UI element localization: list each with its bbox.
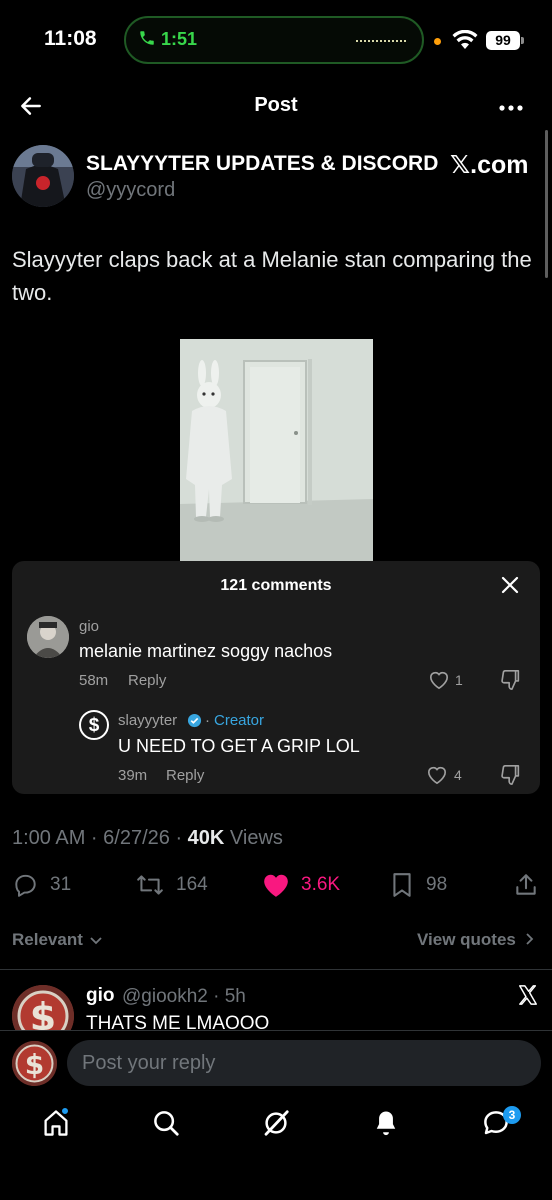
thumbs-down-icon xyxy=(501,670,520,690)
creator-label: Creator xyxy=(214,712,265,729)
comments-panel: 121 comments gio melanie martinez soggy … xyxy=(12,561,540,794)
more-options-button[interactable] xyxy=(498,100,524,118)
comment-reply-button[interactable]: Reply xyxy=(128,672,166,689)
author-name[interactable]: SLAYYYTER UPDATES & DISCORD xyxy=(86,152,438,176)
nav-search[interactable] xyxy=(151,1108,181,1143)
reply-text: THATS ME LMAOOO xyxy=(86,1013,270,1030)
phone-icon xyxy=(138,29,156,52)
bookmark-icon xyxy=(393,873,411,897)
comment-text: U NEED TO GET A GRIP LOL xyxy=(118,736,360,756)
comment-like-count: 1 xyxy=(455,672,463,688)
author-avatar[interactable] xyxy=(12,145,74,207)
x-logo-icon xyxy=(517,984,539,1011)
messages-badge: 3 xyxy=(503,1106,521,1124)
section-divider xyxy=(0,969,552,970)
repost-icon xyxy=(137,875,163,895)
thumbs-down-icon xyxy=(501,765,520,785)
sort-relevant-button[interactable]: Relevant xyxy=(12,930,102,950)
separator-dot: · xyxy=(205,712,210,729)
chevron-down-icon xyxy=(89,937,102,945)
comment-time: 39m xyxy=(118,767,148,784)
audio-waveform xyxy=(356,40,406,42)
more-horizontal-icon xyxy=(499,105,523,111)
view-quotes-label: View quotes xyxy=(417,930,516,949)
comment-dislike-button[interactable] xyxy=(500,764,522,791)
reply-author-handle[interactable]: @giookh2 · 5h xyxy=(122,986,246,1008)
repost-count: 164 xyxy=(176,874,208,895)
like-count: 3.6K xyxy=(301,874,341,895)
post-timestamp: 1:00 AM · 6/27/26 · xyxy=(12,827,188,849)
share-icon xyxy=(516,874,536,895)
page-title: Post xyxy=(254,94,298,116)
reply-input[interactable] xyxy=(67,1040,541,1086)
status-time: 11:08 xyxy=(44,27,97,50)
call-duration: 1:51 xyxy=(161,29,198,49)
comment-author[interactable]: slayyyter xyxy=(118,712,177,729)
view-quotes-link[interactable]: View quotes xyxy=(417,930,534,950)
battery-indicator: 99 xyxy=(486,31,520,50)
notifications-icon xyxy=(376,1111,396,1136)
my-avatar[interactable]: $ xyxy=(12,1041,57,1086)
reply-count: 31 xyxy=(50,874,72,895)
mic-indicator-dot xyxy=(434,38,441,45)
close-icon xyxy=(501,576,519,594)
nav-notifications[interactable] xyxy=(372,1108,400,1143)
home-notification-dot xyxy=(60,1106,70,1116)
views-label: Views xyxy=(224,827,283,849)
reply-author-name[interactable]: gio xyxy=(86,985,115,1007)
scrollbar-thumb[interactable] xyxy=(545,130,548,278)
search-icon xyxy=(154,1111,179,1136)
post-image[interactable] xyxy=(180,339,373,561)
author-handle[interactable]: @yyycord xyxy=(86,179,175,202)
comment-like-count: 4 xyxy=(454,767,462,783)
sort-label: Relevant xyxy=(12,930,83,949)
reply-icon xyxy=(15,874,36,897)
active-call-pill[interactable]: 1:51 xyxy=(124,16,424,64)
comments-count-title: 121 comments xyxy=(220,577,332,594)
creator-avatar[interactable]: $ xyxy=(79,710,109,740)
comment-author[interactable]: gio xyxy=(79,618,99,635)
commenter-avatar[interactable] xyxy=(27,616,69,658)
grok-icon xyxy=(264,1110,289,1136)
share-button[interactable] xyxy=(513,872,539,903)
views-count[interactable]: 40K xyxy=(188,827,225,849)
svg-text:$: $ xyxy=(25,1048,44,1081)
post-meta: 1:00 AM · 6/27/26 · 40K Views xyxy=(12,827,283,850)
heart-icon xyxy=(427,766,447,785)
comment-dislike-button[interactable] xyxy=(500,669,522,696)
battery-tip xyxy=(521,37,524,44)
nav-grok[interactable] xyxy=(261,1108,291,1143)
bookmark-button[interactable] xyxy=(390,872,414,903)
wifi-icon xyxy=(452,29,478,55)
verified-badge-icon xyxy=(187,713,202,733)
like-button[interactable] xyxy=(261,872,291,903)
repost-button[interactable] xyxy=(135,872,165,903)
reply-button[interactable] xyxy=(12,872,39,903)
comment-time: 58m xyxy=(79,672,109,689)
bookmark-count: 98 xyxy=(426,874,448,895)
heart-filled-icon xyxy=(264,874,288,897)
comment-like-button[interactable] xyxy=(426,765,448,790)
close-comments-button[interactable] xyxy=(500,575,520,600)
heart-icon xyxy=(429,671,449,690)
comment-reply-button[interactable]: Reply xyxy=(166,767,204,784)
chevron-right-icon xyxy=(525,933,533,945)
comment-text: melanie martinez soggy nachos xyxy=(79,641,333,661)
comment-like-button[interactable] xyxy=(428,670,450,695)
post-text: Slayyyter claps back at a Melanie stan c… xyxy=(12,247,532,305)
source-watermark: 𝕏.com xyxy=(450,151,529,179)
